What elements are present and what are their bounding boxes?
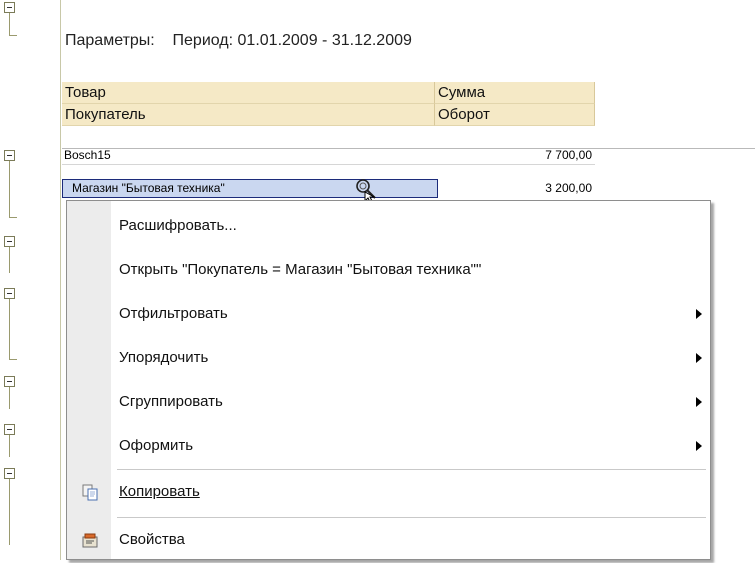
collapse-group-icon[interactable] [4, 424, 15, 435]
tree-line [9, 435, 10, 457]
submenu-arrow-icon [696, 441, 702, 451]
tree-line [9, 359, 17, 360]
decode-cursor-icon [355, 178, 377, 203]
submenu-arrow-icon [696, 353, 702, 363]
menu-item-copy[interactable]: Копировать [67, 471, 710, 515]
menu-separator [117, 469, 706, 470]
menu-item-format[interactable]: Оформить [67, 425, 710, 469]
params-label: Параметры: [65, 32, 155, 49]
submenu-arrow-icon [696, 397, 702, 407]
detail-row-value[interactable]: 3 200,00 [440, 181, 592, 195]
menu-item-group[interactable]: Сгруппировать [67, 381, 710, 425]
menu-item-properties[interactable]: Свойства [67, 519, 710, 563]
gutter-separator [60, 0, 61, 560]
collapse-group-icon[interactable] [4, 150, 15, 161]
menu-item-label: Сгруппировать [119, 393, 223, 410]
collapse-params-icon[interactable] [4, 2, 15, 13]
context-menu: Расшифровать... Открыть "Покупатель = Ма… [66, 200, 711, 560]
tree-line [9, 161, 10, 217]
menu-item-label: Открыть "Покупатель = Магазин "Бытовая т… [119, 261, 482, 278]
menu-item-label: Отфильтровать [119, 305, 228, 322]
tree-line [9, 217, 17, 218]
collapse-group-icon[interactable] [4, 468, 15, 479]
menu-item-label: Свойства [119, 531, 185, 548]
collapse-group-icon[interactable] [4, 236, 15, 247]
row-divider [62, 148, 755, 149]
tree-line [9, 387, 10, 409]
group-row-name[interactable]: Bosch15 [64, 148, 111, 162]
tree-line [9, 13, 10, 35]
row-divider [62, 164, 595, 165]
tree-line [9, 299, 10, 359]
header-turnover: Оборот [435, 104, 595, 126]
report-parameters: Параметры: Период: 01.01.2009 - 31.12.20… [65, 32, 412, 50]
group-row-value[interactable]: 7 700,00 [440, 148, 592, 162]
menu-item-label: Упорядочить [119, 349, 209, 366]
header-product: Товар [62, 82, 435, 104]
header-customer: Покупатель [62, 104, 435, 126]
menu-item-label: Оформить [119, 437, 194, 454]
properties-icon [81, 531, 99, 549]
submenu-arrow-icon [696, 309, 702, 319]
tree-line [9, 479, 10, 545]
header-sum: Сумма [435, 82, 595, 104]
params-period: Период: 01.01.2009 - 31.12.2009 [172, 32, 412, 49]
menu-item-sort[interactable]: Упорядочить [67, 337, 710, 381]
tree-line [9, 247, 10, 273]
menu-item-label: Копировать [119, 483, 200, 500]
detail-row-name[interactable]: Магазин "Бытовая техника" [72, 181, 225, 195]
menu-item-decode[interactable]: Расшифровать... [67, 205, 710, 249]
copy-icon [81, 483, 99, 501]
menu-item-open-customer[interactable]: Открыть "Покупатель = Магазин "Бытовая т… [67, 249, 710, 293]
menu-item-filter[interactable]: Отфильтровать [67, 293, 710, 337]
collapse-group-icon[interactable] [4, 288, 15, 299]
collapse-group-icon[interactable] [4, 376, 15, 387]
menu-separator [117, 517, 706, 518]
menu-item-label: Расшифровать... [119, 217, 237, 234]
tree-line [9, 35, 17, 36]
